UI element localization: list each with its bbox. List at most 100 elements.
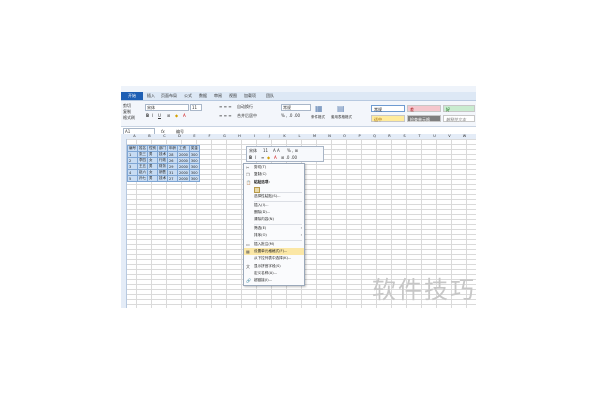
fill-color-icon[interactable]: ◆ [175, 113, 178, 118]
menu-item-delete[interactable]: 删除(D)... [244, 209, 304, 216]
mini-bold-icon[interactable]: B [249, 155, 252, 160]
watermark-text: 软件技巧 [372, 276, 476, 304]
tab-view[interactable]: 视图 [229, 92, 237, 100]
table-cell[interactable]: 2000 [177, 175, 190, 182]
menu-item-label: 从下拉列表中选择(K)... [254, 256, 292, 261]
mini-fill-icon[interactable]: ◆ [267, 155, 270, 160]
menu-item-paste-special[interactable]: 选择性粘贴(S)... [244, 193, 304, 200]
phonetic-icon: 文 [246, 263, 250, 269]
paste-option-button[interactable] [244, 186, 304, 194]
table-cell[interactable]: 5 [127, 175, 138, 182]
menu-item-filter[interactable]: 筛选(E) › [244, 225, 304, 232]
copy-icon: ❐ [246, 172, 250, 178]
mini-italic-icon[interactable]: I [255, 155, 256, 160]
menu-item-format-cells[interactable]: ▦ 设置单元格格式(F)... [244, 247, 304, 256]
align-left-icons[interactable]: ≡ ≡ ≡ [219, 113, 232, 118]
font-name-box[interactable]: 宋体 [145, 104, 189, 111]
submenu-arrow-icon: › [300, 233, 302, 238]
underline-icon[interactable]: U [158, 113, 161, 118]
table-cell[interactable]: 男 [147, 175, 158, 182]
comment-icon: ▭ [246, 241, 250, 247]
menu-item-label: 设置单元格格式(F)... [254, 248, 288, 253]
style-explanatory[interactable]: 解释性文本 [443, 115, 475, 122]
font-size-value: 11 [192, 105, 198, 110]
paste-icon: 📋 [246, 179, 251, 185]
table-format-icon[interactable]: ▤ [337, 104, 345, 113]
ribbon-tab-bar: 开始 插入 页面布局 公式 数据 审阅 视图 加载项 团队 [121, 92, 476, 101]
mini-font-size[interactable]: 11 [263, 148, 268, 153]
style-check-cell[interactable]: 检查单元格 [407, 115, 441, 122]
tab-addins[interactable]: 加载项 [244, 92, 256, 100]
merge-center-button[interactable]: 合并后居中 [237, 113, 257, 119]
menu-item-label: 粘贴选项: [254, 179, 270, 184]
submenu-arrow-icon: › [300, 225, 302, 230]
bold-icon[interactable]: B [146, 113, 149, 118]
menu-item-label: 插入(I)... [254, 202, 269, 207]
mini-font-name[interactable]: 宋体 [249, 148, 257, 154]
mini-number-icons[interactable]: % , ⊞ [287, 148, 298, 153]
menu-item-label: 选择性粘贴(S)... [254, 194, 281, 199]
hyperlink-icon: 🔗 [246, 278, 251, 284]
italic-icon[interactable]: I [152, 113, 153, 118]
format-painter-button[interactable]: 格式刷 [123, 115, 135, 121]
tab-team[interactable]: 团队 [266, 92, 274, 100]
conditional-format-button[interactable]: 条件格式 [311, 115, 325, 120]
fx-icon[interactable]: fx [161, 129, 165, 134]
menu-item-hyperlink[interactable]: 🔗 超链接(I)... [244, 277, 304, 284]
tab-review[interactable]: 审阅 [214, 92, 222, 100]
menu-item-copy[interactable]: ❐ 复制(C) [244, 171, 304, 178]
menu-item-label: 剪切(T) [254, 165, 267, 169]
table-cell[interactable]: 孙七 [137, 175, 148, 182]
font-color-icon[interactable]: A [183, 113, 186, 118]
style-neutral[interactable]: 适中 [371, 115, 405, 122]
borders-icon[interactable]: ⊞ [167, 113, 170, 118]
menu-item-label: 超链接(I)... [254, 278, 273, 283]
number-format-icons[interactable]: % , .0 .00 [281, 113, 300, 118]
menu-item-show-phonetic[interactable]: 文显示拼音字段(S) [244, 263, 304, 270]
format-cells-icon: ▦ [246, 248, 250, 254]
wrap-text-button[interactable]: 自动换行 [237, 104, 253, 110]
menu-item-label: 定义名称(A)... [254, 271, 278, 276]
menu-item-clear-contents[interactable]: 清除内容(N) [244, 216, 304, 223]
style-good[interactable]: 好 [443, 105, 475, 112]
menu-item-sort[interactable]: 排序(O) › [244, 232, 304, 239]
table-format-button[interactable]: 套用表格格式 [331, 115, 352, 120]
data-table: 编号 姓名 性别 部门 年龄 工资 奖金 1 张三 男 技术 28 2000 3… [127, 145, 200, 182]
mini-grow-font-icon[interactable]: A A [273, 148, 280, 153]
mini-borders-icon[interactable]: ⊞ .0 .00 [281, 155, 297, 160]
menu-item-label: 排序(O) [254, 233, 267, 238]
menu-item-label: 删除(D)... [254, 209, 271, 214]
mini-font-color-icon[interactable]: A [274, 155, 277, 160]
tab-insert[interactable]: 插入 [147, 92, 155, 100]
number-format-box[interactable]: 常规 [281, 104, 311, 111]
style-bad[interactable]: 差 [407, 105, 441, 112]
menu-item-define-name[interactable]: 定义名称(A)... [244, 270, 304, 277]
scissors-icon: ✂ [246, 165, 250, 170]
menu-item-insert-comment[interactable]: ▭ 插入批注(M) [244, 241, 304, 248]
menu-item-pick-from-list[interactable]: 从下拉列表中选择(K)... [244, 255, 304, 262]
align-top-icons[interactable]: ≡ ≡ ≡ [219, 104, 232, 109]
table-cell[interactable]: 300 [188, 175, 200, 182]
mini-align-icon[interactable]: ≡ [261, 155, 264, 160]
table-cell[interactable]: 技术 [157, 175, 168, 182]
tab-formulas[interactable]: 公式 [184, 92, 192, 100]
tab-home[interactable]: 开始 [121, 92, 143, 100]
tab-page-layout[interactable]: 页面布局 [161, 92, 177, 100]
menu-item-label: 筛选(E) [254, 225, 267, 230]
font-size-box[interactable]: 11 [190, 104, 202, 111]
style-normal[interactable]: 常规 [371, 105, 405, 112]
menu-item-cut[interactable]: ✂ 剪切(T) [244, 164, 304, 171]
number-format-value: 常规 [283, 105, 291, 110]
menu-item-label: 插入批注(M) [254, 241, 275, 246]
menu-item-label: 复制(C) [254, 172, 267, 177]
context-menu: ✂ 剪切(T) ❐ 复制(C) 📋 粘贴选项: 选择性粘贴(S)... 插入(I)..… [243, 163, 305, 286]
menu-item-insert[interactable]: 插入(I)... [244, 202, 304, 209]
table-cell[interactable]: 27 [167, 175, 178, 182]
font-name-value: 宋体 [147, 105, 155, 110]
ribbon: 剪切 复制 格式刷 宋体 11 B I U ⊞ ◆ A ≡ ≡ ≡ ≡ ≡ ≡ … [121, 101, 476, 140]
menu-item-label: 清除内容(N) [254, 217, 274, 222]
menu-item-label: 显示拼音字段(S) [254, 263, 281, 268]
tab-data[interactable]: 数据 [199, 92, 207, 100]
conditional-format-icon[interactable]: ▦ [315, 104, 323, 113]
menu-item-paste-options: 📋 粘贴选项: [244, 179, 304, 186]
